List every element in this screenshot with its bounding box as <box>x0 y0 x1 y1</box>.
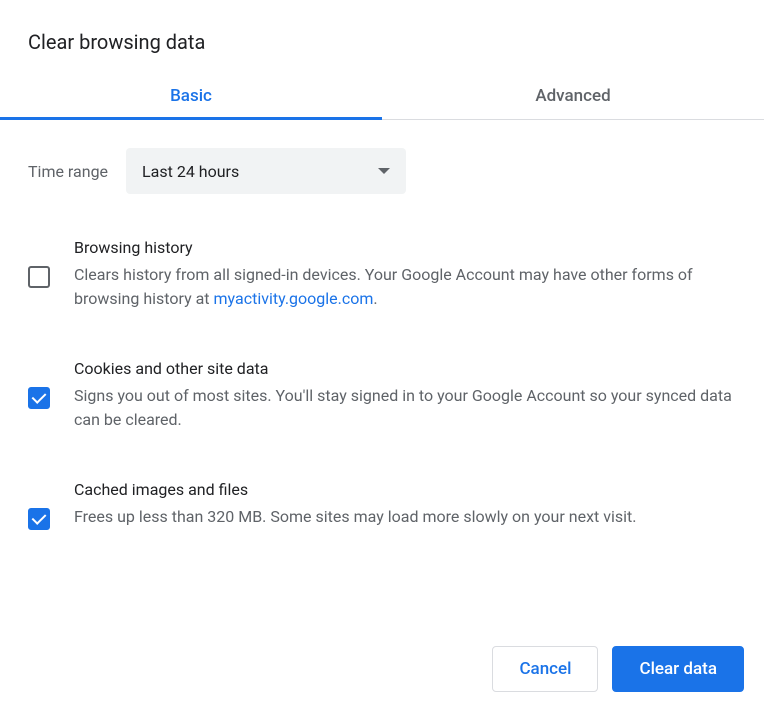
option-text: Cookies and other site data Signs you ou… <box>74 359 736 432</box>
option-text: Browsing history Clears history from all… <box>74 238 736 311</box>
tab-basic[interactable]: Basic <box>0 72 382 119</box>
dialog-footer: Cancel Clear data <box>492 646 744 692</box>
clear-browsing-data-dialog: Clear browsing data Basic Advanced Time … <box>0 0 764 714</box>
option-cookies: Cookies and other site data Signs you ou… <box>28 335 736 456</box>
checkbox-cookies[interactable] <box>28 387 50 409</box>
tab-advanced[interactable]: Advanced <box>382 72 764 119</box>
chevron-down-icon <box>378 168 390 174</box>
dialog-title: Clear browsing data <box>0 0 764 72</box>
option-browsing-history: Browsing history Clears history from all… <box>28 214 736 335</box>
myactivity-link[interactable]: myactivity.google.com <box>214 289 374 308</box>
tabs: Basic Advanced <box>0 72 764 120</box>
time-range-row: Time range Last 24 hours <box>28 120 736 214</box>
checkbox-browsing-history[interactable] <box>28 266 50 288</box>
time-range-label: Time range <box>28 162 108 181</box>
time-range-select[interactable]: Last 24 hours <box>126 148 406 194</box>
dialog-body: Time range Last 24 hours Browsing histor… <box>0 120 764 714</box>
desc-prefix: Clears history from all signed-in device… <box>74 265 693 308</box>
option-title: Browsing history <box>74 238 736 257</box>
option-title: Cookies and other site data <box>74 359 736 378</box>
desc-suffix: . <box>373 289 377 308</box>
option-cache: Cached images and files Frees up less th… <box>28 456 736 554</box>
option-desc: Signs you out of most sites. You'll stay… <box>74 384 736 432</box>
clear-data-button[interactable]: Clear data <box>612 646 744 692</box>
cancel-button[interactable]: Cancel <box>492 646 598 692</box>
option-desc: Frees up less than 320 MB. Some sites ma… <box>74 505 736 529</box>
option-desc: Clears history from all signed-in device… <box>74 263 736 311</box>
option-title: Cached images and files <box>74 480 736 499</box>
time-range-value: Last 24 hours <box>142 162 239 181</box>
option-text: Cached images and files Frees up less th… <box>74 480 736 530</box>
checkbox-cache[interactable] <box>28 508 50 530</box>
